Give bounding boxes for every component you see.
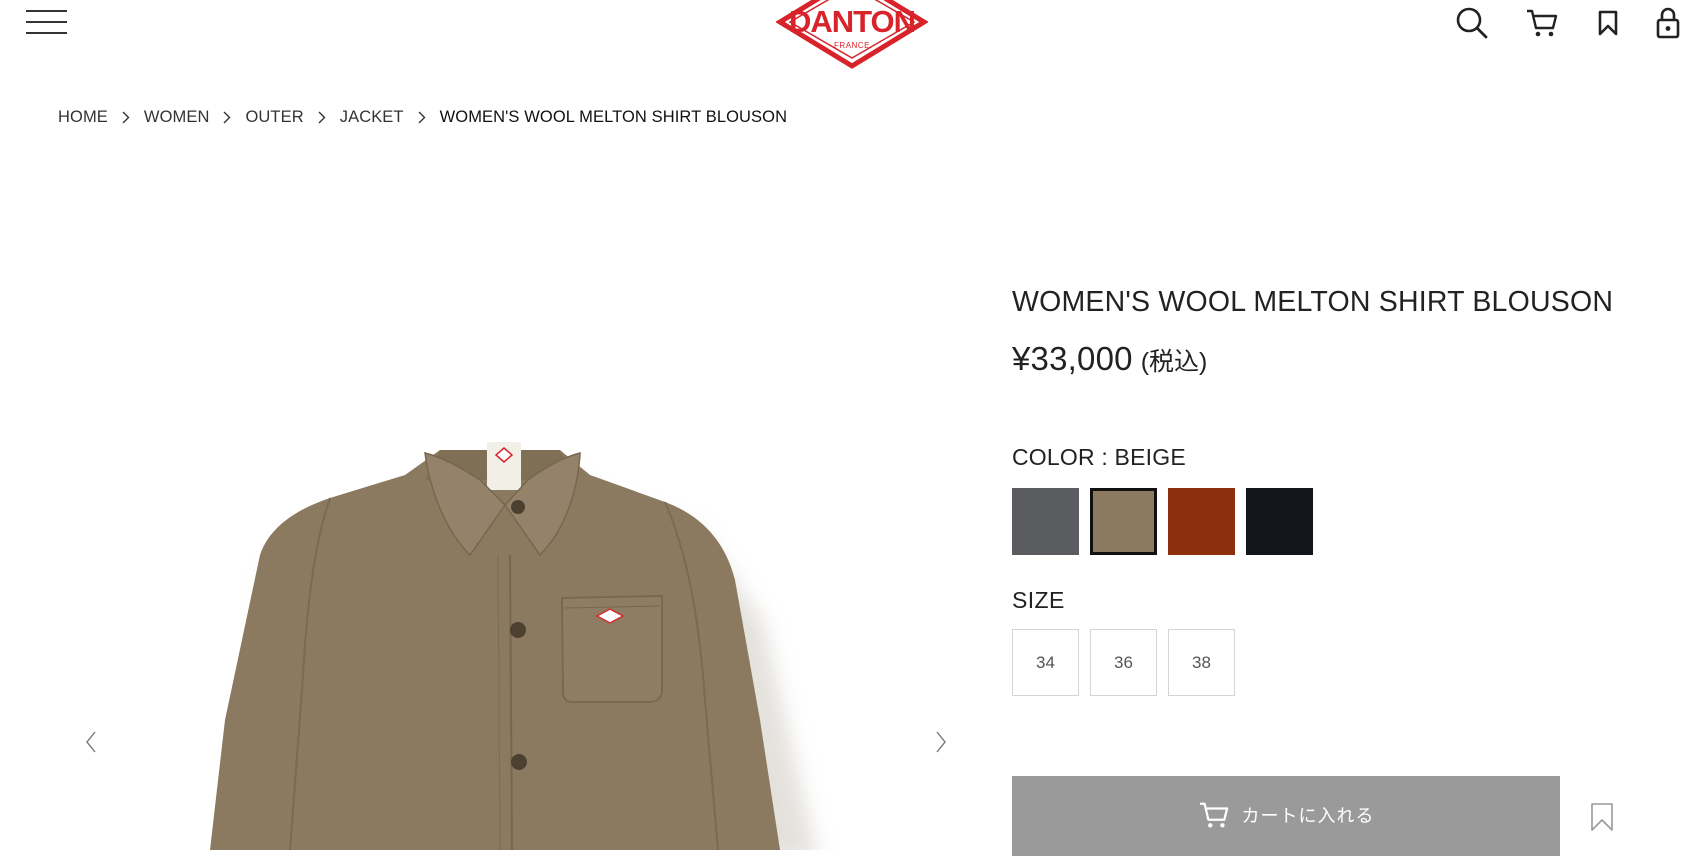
add-to-cart-button[interactable]: カートに入れる bbox=[1012, 776, 1560, 856]
menu-icon-line bbox=[26, 10, 67, 12]
color-swatch-black[interactable] bbox=[1246, 488, 1313, 555]
color-swatch-rust[interactable] bbox=[1168, 488, 1235, 555]
brand-logo[interactable]: DANTON FRANCE bbox=[775, 0, 929, 70]
product-title: WOMEN'S WOOL MELTON SHIRT BLOUSON bbox=[1012, 286, 1614, 318]
menu-icon-line bbox=[26, 21, 67, 23]
add-to-favorites-button[interactable] bbox=[1588, 801, 1616, 833]
size-option-34[interactable]: 34 bbox=[1012, 629, 1079, 696]
breadcrumb-link-women[interactable]: WOMEN bbox=[144, 108, 210, 127]
color-label: COLOR : BEIGE bbox=[1012, 444, 1186, 470]
gallery-prev-button[interactable] bbox=[76, 722, 106, 762]
search-icon bbox=[1456, 7, 1488, 39]
breadcrumb-link-home[interactable]: HOME bbox=[58, 108, 108, 127]
size-option-36[interactable]: 36 bbox=[1090, 629, 1157, 696]
bookmark-icon bbox=[1591, 803, 1613, 831]
logo-subtext: FRANCE bbox=[834, 41, 870, 50]
price-value: ¥33,000 bbox=[1012, 340, 1133, 377]
search-button[interactable] bbox=[1454, 4, 1490, 42]
breadcrumb-link-jacket[interactable]: JACKET bbox=[340, 108, 404, 127]
breadcrumb: HOME WOMEN OUTER JACKET WOMEN'S WOOL MEL… bbox=[58, 104, 787, 130]
color-swatch-gray[interactable] bbox=[1012, 488, 1079, 555]
price-tax-note: (税込) bbox=[1140, 348, 1208, 376]
chevron-right-icon bbox=[223, 111, 231, 124]
cart-header-button[interactable] bbox=[1524, 4, 1560, 42]
danton-logo-icon: DANTON FRANCE bbox=[775, 0, 929, 69]
breadcrumb-link-outer[interactable]: OUTER bbox=[245, 108, 303, 127]
logo-wordmark: DANTON bbox=[789, 4, 915, 39]
gallery-next-button[interactable] bbox=[926, 722, 956, 762]
bookmark-icon bbox=[1598, 10, 1618, 36]
lock-icon bbox=[1656, 7, 1680, 39]
chevron-right-icon bbox=[122, 111, 130, 124]
chevron-right-icon bbox=[318, 111, 326, 124]
color-swatch-beige[interactable] bbox=[1090, 488, 1157, 555]
menu-icon-line bbox=[26, 32, 67, 34]
account-button[interactable] bbox=[1650, 4, 1686, 42]
chevron-right-icon bbox=[418, 111, 426, 124]
product-image bbox=[210, 442, 818, 856]
add-to-cart-label: カートに入れる bbox=[1241, 806, 1375, 826]
cart-icon bbox=[1527, 9, 1558, 37]
chevron-left-icon bbox=[86, 731, 96, 753]
product-image-gallery[interactable] bbox=[0, 290, 1000, 856]
breadcrumb-current: WOMEN'S WOOL MELTON SHIRT BLOUSON bbox=[439, 107, 788, 126]
menu-button[interactable] bbox=[26, 8, 68, 36]
cart-icon bbox=[1199, 802, 1228, 828]
chevron-right-icon bbox=[936, 731, 946, 753]
bookmark-header-button[interactable] bbox=[1590, 4, 1626, 42]
size-label: SIZE bbox=[1012, 587, 1065, 613]
size-option-38[interactable]: 38 bbox=[1168, 629, 1235, 696]
product-price: ¥33,000 (税込) bbox=[1012, 340, 1207, 378]
